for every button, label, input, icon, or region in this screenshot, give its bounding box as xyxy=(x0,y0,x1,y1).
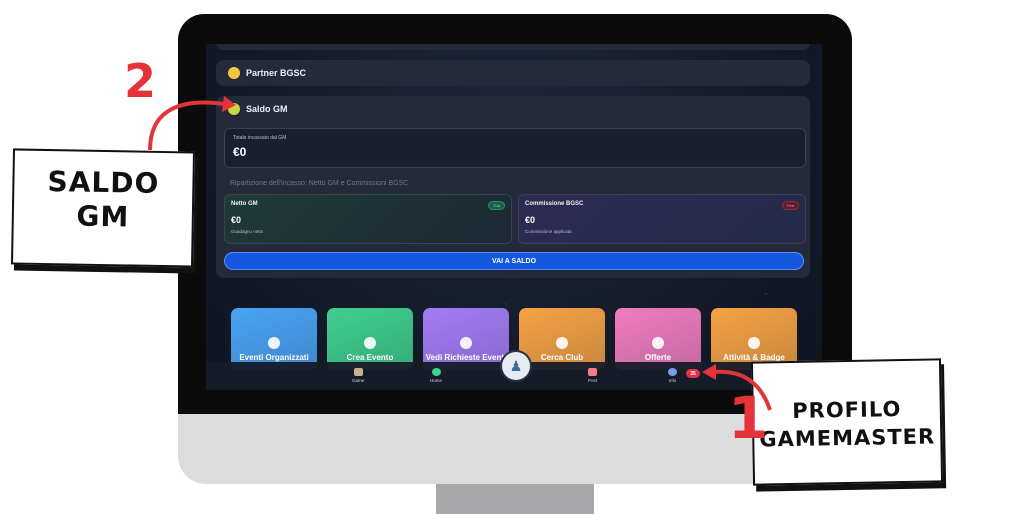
stage: Partner BGSC Saldo GM Totale incassato d… xyxy=(0,0,1030,514)
annotation-arrows xyxy=(148,96,772,411)
arrow-to-info xyxy=(713,369,772,411)
arrow-head-saldo xyxy=(222,96,236,112)
arrow-to-saldo xyxy=(148,100,225,151)
arrow-head-info xyxy=(702,364,716,380)
